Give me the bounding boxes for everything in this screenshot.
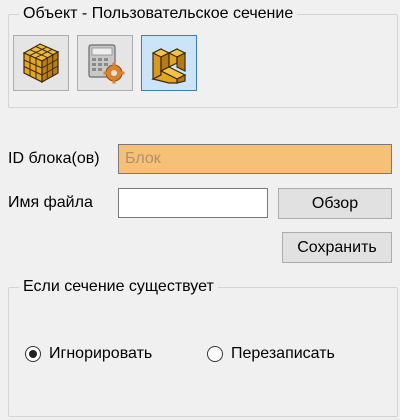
calculator-gear-icon [88, 44, 125, 84]
custom-section-icon [151, 48, 187, 84]
object-groupbox: Объект - Пользовательское сечение [8, 4, 398, 108]
overwrite-radio-button[interactable] [207, 346, 223, 362]
save-button[interactable]: Сохранить [282, 232, 392, 263]
block-id-input[interactable] [118, 144, 392, 174]
properties-calc-button[interactable] [77, 35, 133, 91]
ignore-radio-option[interactable]: Игнорировать [25, 344, 152, 364]
block-id-label: ID блока(ов) [8, 150, 100, 167]
cube-icon [22, 43, 60, 84]
if-exists-groupbox-title: Если сечение существует [19, 277, 218, 297]
object-groupbox-title: Объект - Пользовательское сечение [19, 4, 298, 24]
browse-button[interactable]: Обзор [278, 188, 392, 219]
ignore-radio-label: Игнорировать [49, 345, 153, 362]
if-exists-groupbox: Если сечение существует Игнорировать Пер… [8, 277, 398, 417]
overwrite-radio-option[interactable]: Перезаписать [207, 344, 335, 364]
custom-section-button[interactable] [141, 35, 197, 91]
block-object-button[interactable] [13, 35, 69, 91]
ignore-radio-button[interactable] [25, 346, 41, 362]
filename-label: Имя файла [8, 194, 93, 211]
overwrite-radio-label: Перезаписать [231, 345, 335, 362]
filename-input[interactable] [118, 188, 268, 218]
